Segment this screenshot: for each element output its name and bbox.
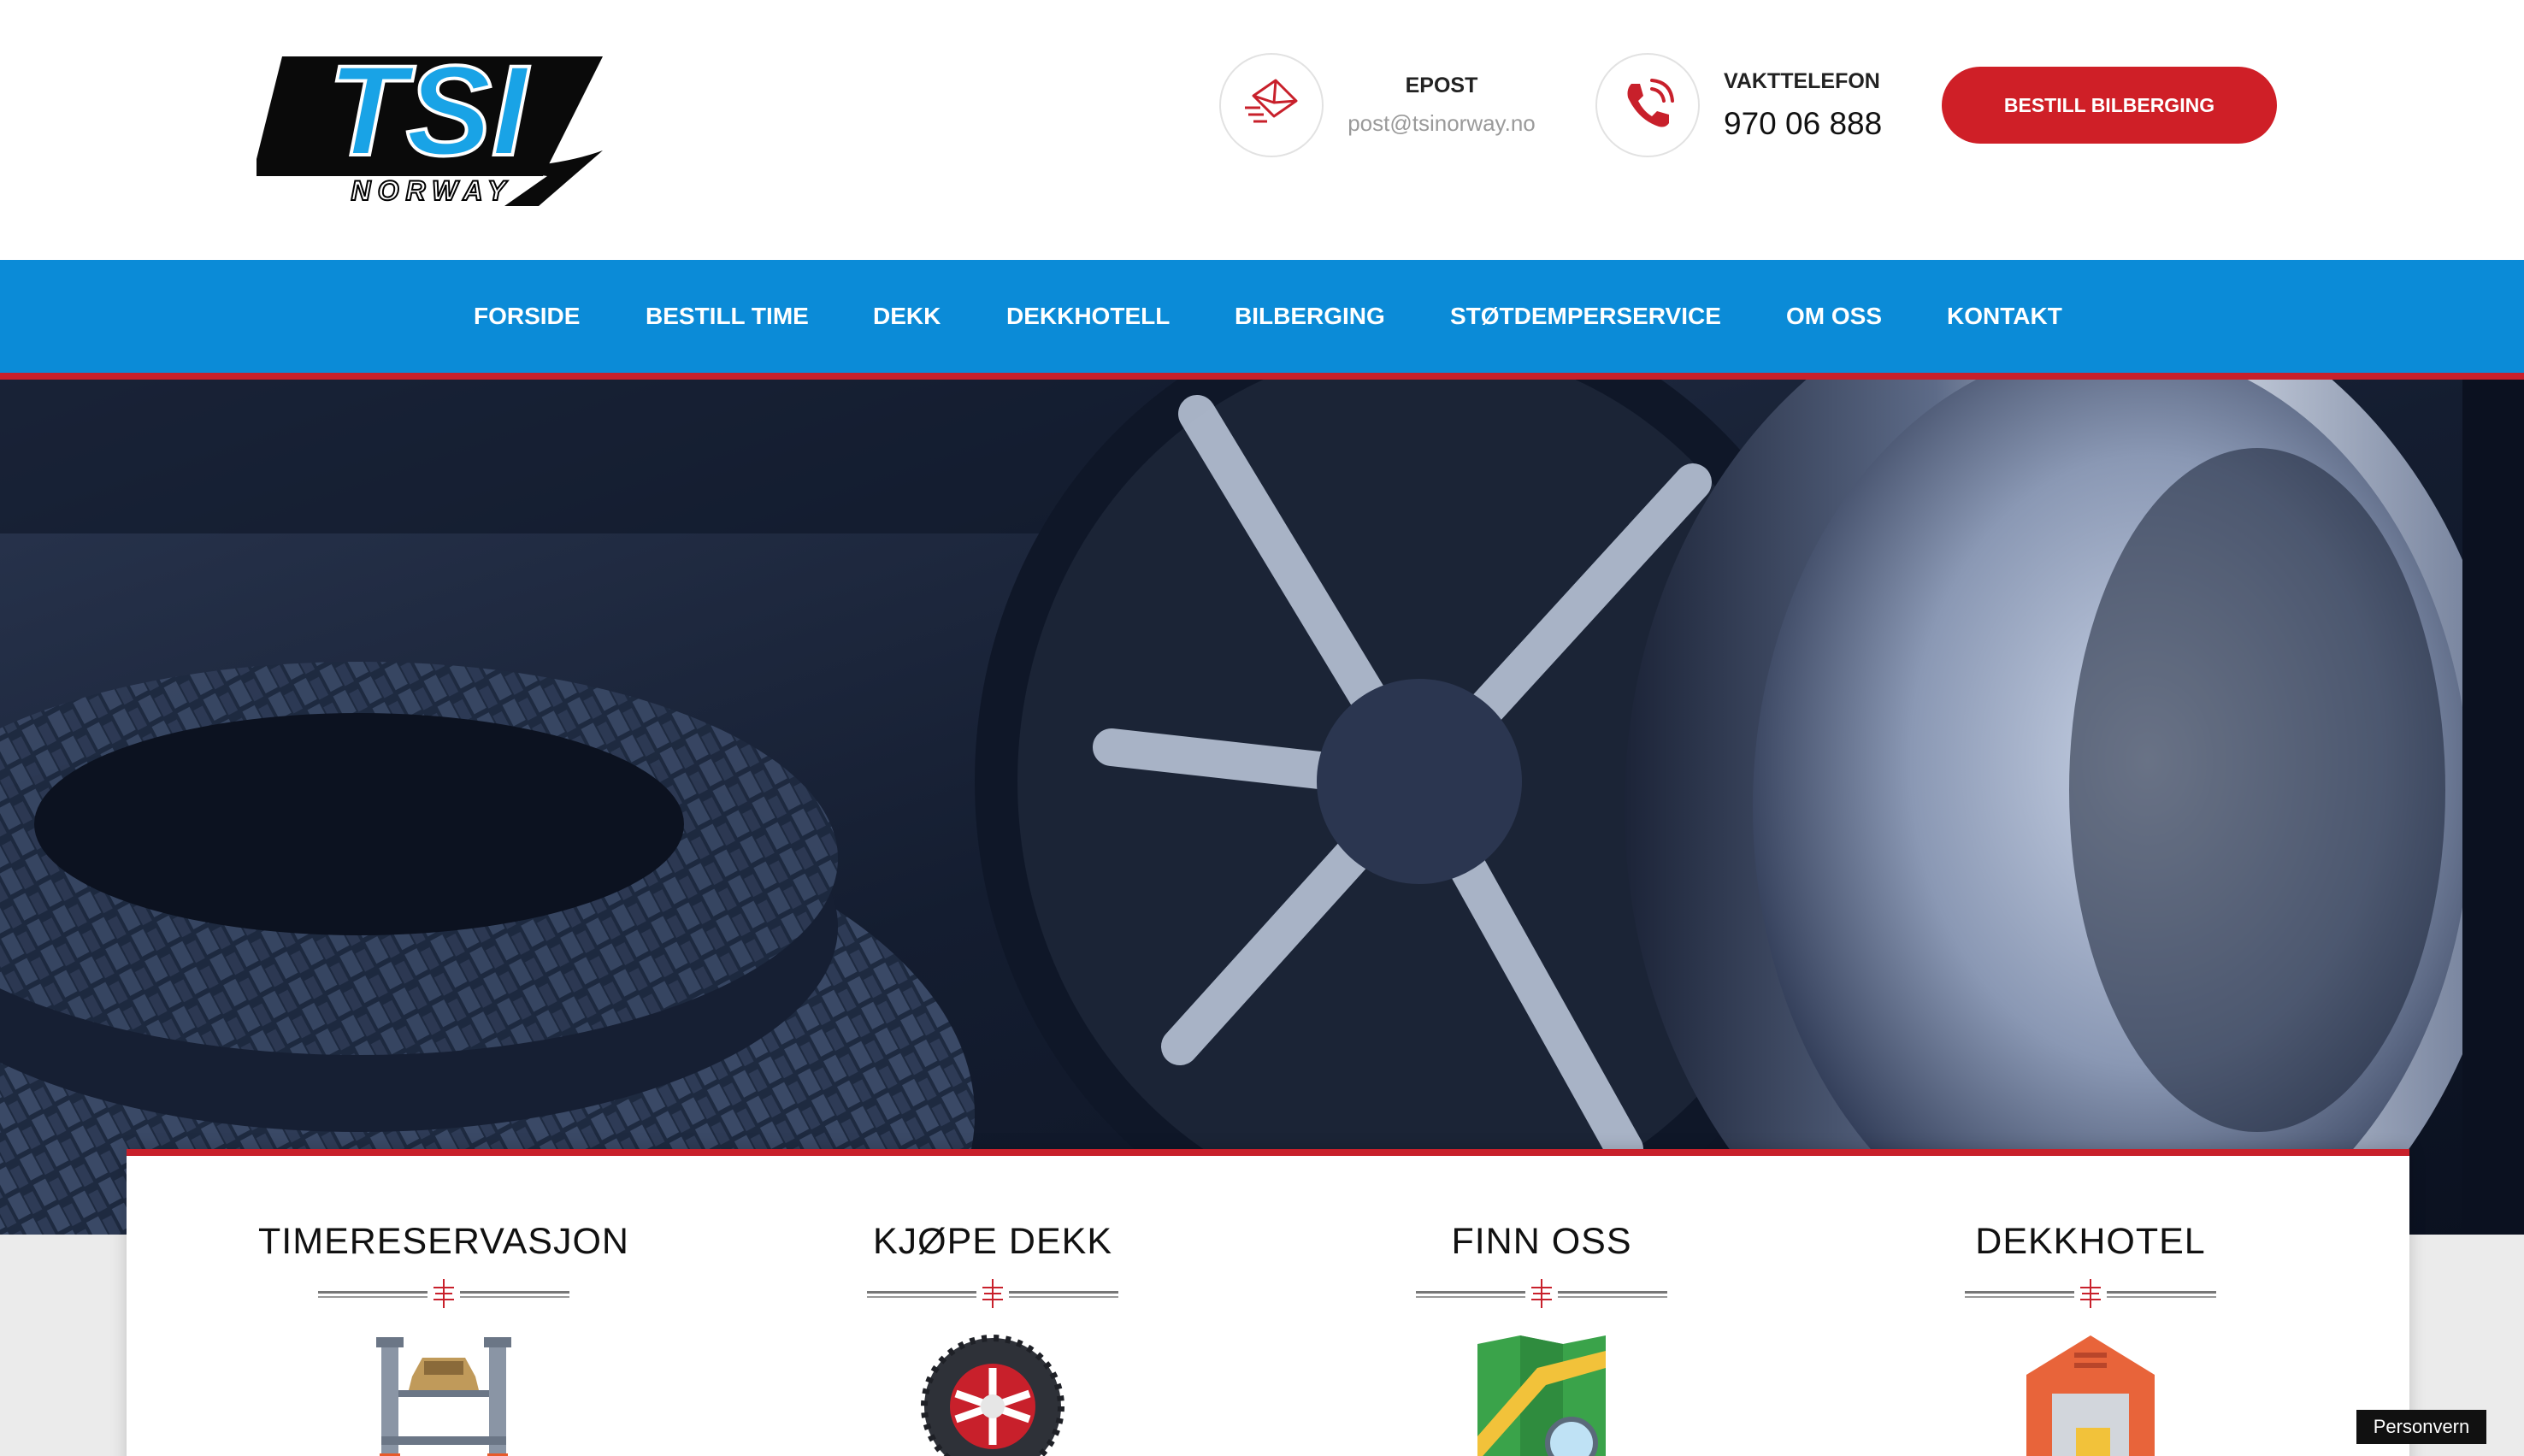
nav-item-stotdemperservice[interactable]: STØTDEMPERSERVICE	[1450, 260, 1721, 373]
divider-ornament-icon	[867, 1279, 1118, 1308]
garage-icon	[2026, 1335, 2155, 1456]
nav-item-forside[interactable]: FORSIDE	[474, 260, 580, 373]
site-header: TSI NORWAY EPOST post@tsinorway.no VAKTT…	[0, 0, 2524, 260]
divider-ornament-icon	[1416, 1279, 1667, 1308]
tire-icon	[921, 1335, 1064, 1456]
map-icon	[1477, 1335, 1606, 1456]
nav-item-bilberging[interactable]: BILBERGING	[1235, 260, 1385, 373]
feature-dekkhotel[interactable]: DEKKHOTEL	[1877, 1156, 2304, 1456]
tsi-norway-logo[interactable]: TSI NORWAY	[257, 48, 607, 210]
nav-item-om-oss[interactable]: OM OSS	[1786, 260, 1882, 373]
nav-item-dekk[interactable]: DEKK	[873, 260, 941, 373]
envelope-icon	[1245, 79, 1298, 123]
feature-title[interactable]: TIMERESERVASJON	[230, 1219, 658, 1264]
nav-item-kontakt[interactable]: KONTAKT	[1947, 260, 2062, 373]
feature-title[interactable]: KJØPE DEKK	[779, 1219, 1206, 1264]
divider-ornament-icon	[318, 1279, 569, 1308]
email-label: EPOST	[1405, 74, 1478, 97]
feature-finn-oss[interactable]: FINN OSS	[1328, 1156, 1755, 1456]
feature-title[interactable]: FINN OSS	[1328, 1219, 1755, 1264]
order-towing-button[interactable]: BESTILL BILBERGING	[1942, 67, 2277, 144]
phone-label: VAKTTELEFON	[1724, 68, 1880, 93]
feature-kjope-dekk[interactable]: KJØPE DEKK	[779, 1156, 1206, 1456]
phone-number[interactable]: 970 06 888	[1724, 106, 1882, 142]
hero-image-tires-and-wheels	[0, 380, 2524, 1235]
nav-item-dekkhotell[interactable]: DEKKHOTELL	[1006, 260, 1170, 373]
phone-icon-circle	[1595, 53, 1700, 157]
page: TSI NORWAY EPOST post@tsinorway.no VAKTT…	[0, 0, 2524, 1456]
feature-title[interactable]: DEKKHOTEL	[1877, 1219, 2304, 1264]
phone-contact: VAKTTELEFON 970 06 888	[1595, 53, 1882, 157]
logo-subtext: NORWAY	[351, 175, 512, 206]
phone-icon	[1627, 79, 1674, 127]
feature-timereservasjon[interactable]: TIMERESERVASJON	[230, 1156, 658, 1456]
features-card: TIMERESERVASJON KJØPE DEKK FINN OSS DEKK…	[127, 1149, 2409, 1456]
email-icon-circle	[1219, 53, 1324, 157]
logo-text: TSI	[327, 48, 530, 182]
nav-item-bestill-time[interactable]: BESTILL TIME	[646, 260, 809, 373]
email-link[interactable]: post@tsinorway.no	[1348, 110, 1536, 137]
car-lift-icon	[376, 1337, 511, 1456]
nav-accent-line	[0, 373, 2524, 380]
email-contact: EPOST post@tsinorway.no	[1219, 53, 1536, 157]
divider-ornament-icon	[1965, 1279, 2216, 1308]
main-navigation: FORSIDE BESTILL TIME DEKK DEKKHOTELL BIL…	[0, 260, 2524, 373]
privacy-button[interactable]: Personvern	[2356, 1410, 2486, 1444]
